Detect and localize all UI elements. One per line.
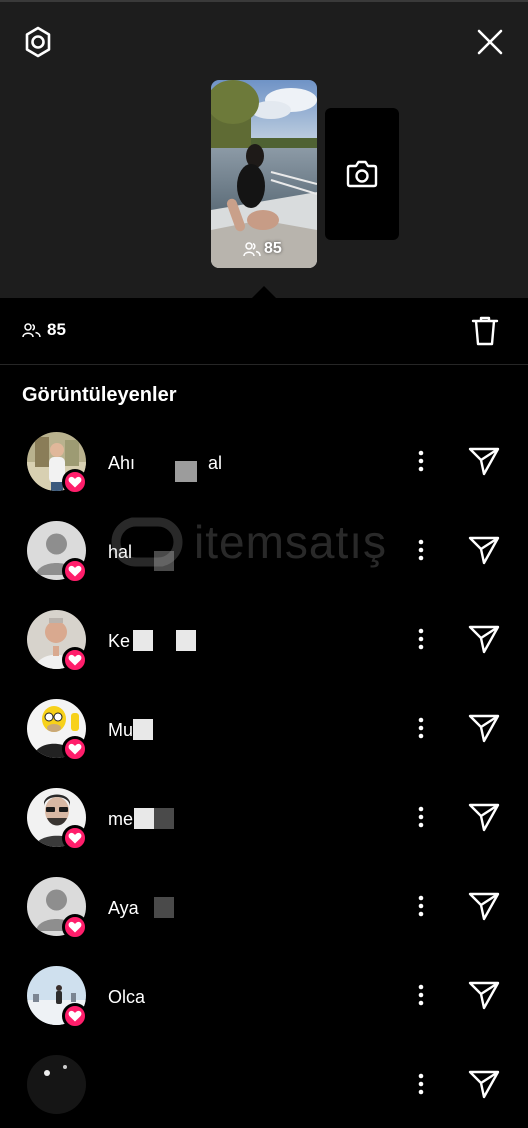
send-message-button[interactable] bbox=[466, 889, 502, 923]
heart-icon bbox=[68, 743, 82, 755]
viewer-row-partial[interactable] bbox=[0, 1039, 528, 1128]
thumbnail-view-count: 85 bbox=[243, 240, 282, 258]
more-options-button[interactable] bbox=[408, 891, 434, 921]
like-badge bbox=[62, 558, 88, 584]
stats-row: 85 bbox=[0, 298, 528, 365]
viewer-row[interactable]: Aya bbox=[0, 861, 528, 950]
close-button[interactable] bbox=[470, 22, 510, 62]
redaction-block bbox=[133, 630, 153, 651]
send-message-button[interactable] bbox=[466, 800, 502, 834]
more-vertical-icon bbox=[418, 895, 424, 917]
viewers-icon bbox=[22, 323, 41, 338]
viewer-name-tail: al bbox=[208, 453, 223, 473]
avatar-photo bbox=[27, 1055, 86, 1114]
send-icon bbox=[468, 1070, 500, 1099]
send-icon bbox=[468, 892, 500, 921]
viewer-row[interactable]: Mu bbox=[0, 683, 528, 772]
more-vertical-icon bbox=[418, 1073, 424, 1095]
more-options-button[interactable] bbox=[408, 802, 434, 832]
redaction-block bbox=[154, 897, 174, 918]
more-options-button[interactable] bbox=[408, 980, 434, 1010]
send-icon bbox=[468, 625, 500, 654]
redaction-block bbox=[134, 808, 154, 829]
redaction-block bbox=[176, 630, 196, 651]
section-title: Görüntüleyenler bbox=[22, 384, 177, 406]
heart-icon bbox=[68, 921, 82, 933]
send-icon bbox=[468, 981, 500, 1010]
redaction-block bbox=[154, 551, 174, 571]
more-vertical-icon bbox=[418, 984, 424, 1006]
thumbnail-view-count-value: 85 bbox=[264, 240, 282, 257]
send-message-button[interactable] bbox=[466, 533, 502, 567]
send-message-button[interactable] bbox=[466, 711, 502, 745]
story-header: 85 bbox=[0, 2, 528, 300]
heart-icon bbox=[68, 832, 82, 844]
more-vertical-icon bbox=[418, 539, 424, 561]
more-vertical-icon bbox=[418, 628, 424, 650]
viewer-name[interactable]: Olca bbox=[108, 987, 145, 1008]
redaction-block bbox=[175, 461, 197, 482]
send-message-button[interactable] bbox=[466, 1067, 502, 1101]
heart-icon bbox=[68, 654, 82, 666]
heart-icon bbox=[68, 565, 82, 577]
more-options-button[interactable] bbox=[408, 624, 434, 654]
more-vertical-icon bbox=[418, 717, 424, 739]
viewer-row[interactable]: Ahı al bbox=[0, 416, 528, 505]
viewer-row[interactable]: Olca bbox=[0, 950, 528, 1039]
viewer-name[interactable]: Ke bbox=[108, 631, 130, 652]
more-options-button[interactable] bbox=[408, 713, 434, 743]
heart-icon bbox=[68, 476, 82, 488]
more-options-button[interactable] bbox=[408, 446, 434, 476]
like-badge bbox=[62, 736, 88, 762]
send-icon bbox=[468, 803, 500, 832]
like-badge bbox=[62, 469, 88, 495]
gear-icon bbox=[25, 26, 51, 58]
trash-icon bbox=[471, 316, 499, 346]
viewer-row[interactable]: me bbox=[0, 772, 528, 861]
send-icon bbox=[468, 714, 500, 743]
viewers-icon bbox=[243, 242, 261, 257]
like-badge bbox=[62, 914, 88, 940]
more-options-button[interactable] bbox=[408, 1069, 434, 1099]
add-story-button[interactable] bbox=[325, 108, 399, 240]
viewer-name[interactable]: Ahı bbox=[108, 453, 135, 474]
close-icon bbox=[477, 29, 503, 55]
send-message-button[interactable] bbox=[466, 622, 502, 656]
story-thumbnail[interactable]: 85 bbox=[211, 80, 317, 268]
like-badge bbox=[62, 1003, 88, 1029]
viewer-name[interactable]: hal bbox=[108, 542, 132, 563]
avatar[interactable] bbox=[27, 1055, 86, 1114]
like-badge bbox=[62, 647, 88, 673]
redaction-block bbox=[133, 719, 153, 740]
like-badge bbox=[62, 825, 88, 851]
send-message-button[interactable] bbox=[466, 978, 502, 1012]
more-vertical-icon bbox=[418, 450, 424, 472]
redaction-block bbox=[154, 808, 174, 829]
camera-icon bbox=[346, 160, 378, 188]
viewer-name[interactable]: Aya bbox=[108, 898, 139, 919]
send-icon bbox=[468, 536, 500, 565]
settings-button[interactable] bbox=[18, 22, 58, 62]
viewer-count-value: 85 bbox=[47, 320, 66, 339]
delete-story-button[interactable] bbox=[466, 312, 504, 350]
send-icon bbox=[468, 447, 500, 476]
viewer-list: Ahı al hal Ke Mu me Aya Olca bbox=[0, 416, 528, 1128]
viewer-name[interactable]: me bbox=[108, 809, 133, 830]
more-vertical-icon bbox=[418, 806, 424, 828]
heart-icon bbox=[68, 1010, 82, 1022]
viewer-row[interactable]: hal bbox=[0, 505, 528, 594]
viewer-row[interactable]: Ke bbox=[0, 594, 528, 683]
send-message-button[interactable] bbox=[466, 444, 502, 478]
more-options-button[interactable] bbox=[408, 535, 434, 565]
viewer-count[interactable]: 85 bbox=[22, 320, 66, 340]
viewer-name[interactable]: Mu bbox=[108, 720, 133, 741]
